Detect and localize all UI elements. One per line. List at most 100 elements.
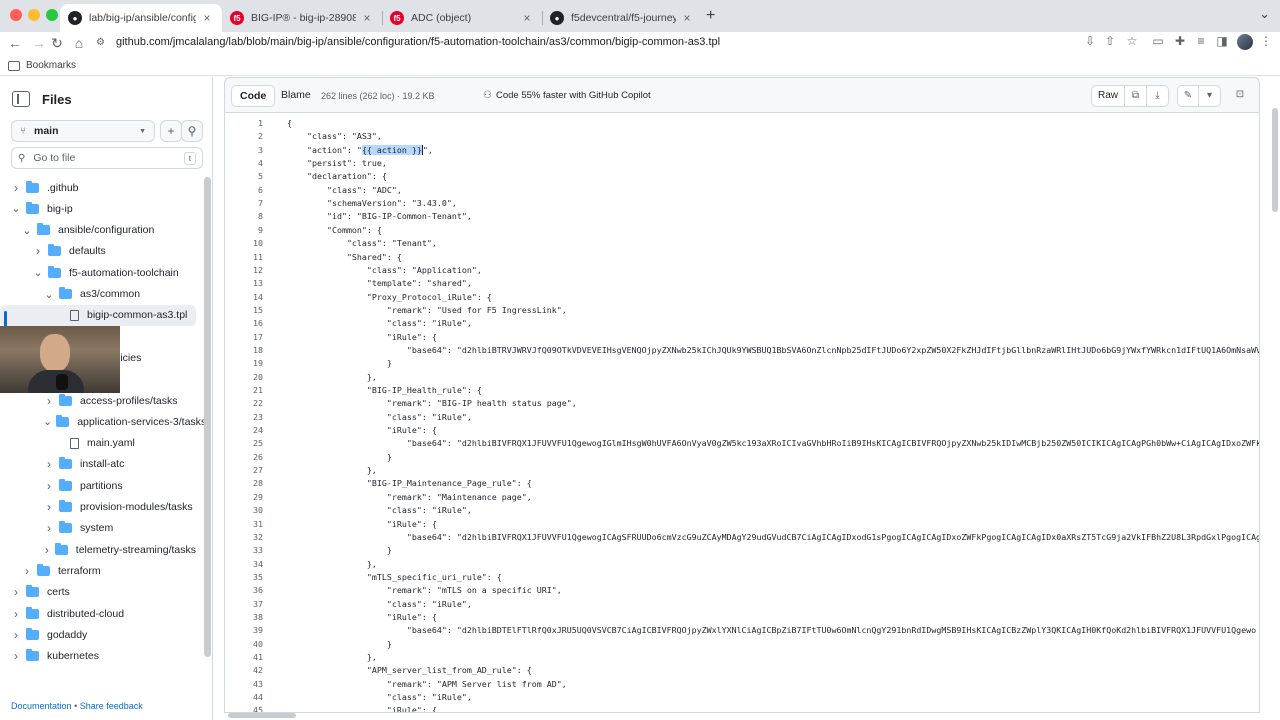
tree-folder-item[interactable]: ⌄ application-services-3/tasks [0,411,206,432]
tree-folder-item[interactable]: › system [0,518,196,539]
tree-folder-item[interactable]: › defaults [0,241,196,262]
chevron-right-icon[interactable]: › [43,521,55,535]
line-number[interactable]: 6 [225,184,263,197]
line-number[interactable]: 14 [225,291,263,304]
window-zoom-button[interactable] [46,9,58,21]
line-number[interactable]: 8 [225,210,263,223]
line-number[interactable]: 22 [225,397,263,410]
line-number[interactable]: 2 [225,130,263,143]
copy-icon[interactable]: ⧉ [1125,85,1147,107]
line-number[interactable]: 20 [225,371,263,384]
tree-folder-item[interactable]: › .github [0,177,196,198]
line-number[interactable]: 10 [225,237,263,250]
chevron-right-icon[interactable]: › [10,607,22,621]
symbols-panel-icon[interactable]: ⊡ [1229,85,1251,107]
site-info-icon[interactable]: ⚙ [96,37,108,48]
screen-capture-icon[interactable]: ▭ [1150,34,1166,48]
branch-selector[interactable]: ⑂ main ▼ [11,120,155,142]
tree-folder-item[interactable]: ⌄ f5-automation-toolchain [0,262,196,283]
line-number[interactable]: 28 [225,477,263,490]
tree-folder-item[interactable]: › telemetry-streaming/tasks [0,539,196,560]
chevron-right-icon[interactable]: › [43,479,55,493]
tree-folder-item[interactable]: › godaddy [0,624,196,645]
browser-menu-icon[interactable]: ⋮ [1258,34,1274,48]
line-number[interactable]: 36 [225,584,263,597]
tree-folder-item[interactable]: › install-atc [0,454,196,475]
chevron-right-icon[interactable]: › [10,181,22,195]
line-number[interactable]: 4 [225,157,263,170]
tree-folder-item[interactable]: › distributed-cloud [0,603,196,624]
line-number[interactable]: 40 [225,638,263,651]
tree-folder-item[interactable]: › terraform [0,560,196,581]
line-number[interactable]: 7 [225,197,263,210]
tree-folder-item[interactable]: ⌄ big-ip [0,198,196,219]
line-number[interactable]: 31 [225,518,263,531]
new-tab-button[interactable]: + [706,7,715,25]
chevron-down-icon[interactable]: ⌄ [43,288,55,301]
line-number[interactable]: 27 [225,464,263,477]
chevron-down-icon[interactable]: ⌄ [21,224,33,237]
horizontal-scrollbar[interactable] [228,713,296,718]
line-number[interactable]: 42 [225,664,263,677]
install-icon[interactable]: ⇩ [1082,34,1098,48]
forward-arrow-icon[interactable]: → [30,34,48,52]
line-number[interactable]: 1 [225,117,263,130]
chevron-right-icon[interactable]: › [10,649,22,663]
close-icon[interactable]: × [680,11,694,25]
tree-folder-item[interactable]: › provision-modules/tasks [0,497,196,518]
chevron-right-icon[interactable]: › [21,564,33,578]
line-number[interactable]: 41 [225,651,263,664]
add-file-button[interactable]: + [160,120,182,142]
reading-list-icon[interactable]: ≡ [1193,34,1209,48]
page-scrollbar[interactable] [1272,108,1278,212]
line-number[interactable]: 33 [225,544,263,557]
copilot-promo[interactable]: ⚇ Code 55% faster with GitHub Copilot [483,90,651,101]
go-to-file-input[interactable]: ⚲ Go to file t [11,147,203,169]
edit-menu-chevron-icon[interactable]: ▾ [1199,85,1221,107]
line-number[interactable]: 19 [225,357,263,370]
window-close-button[interactable] [10,9,22,21]
side-panel-icon[interactable]: ◨ [1214,34,1230,48]
bookmarks-label[interactable]: Bookmarks [26,60,76,71]
close-icon[interactable]: × [360,11,374,25]
tree-file-item[interactable]: bigip-common-as3.tpl [0,304,196,326]
chevron-right-icon[interactable]: › [43,500,55,514]
share-icon[interactable]: ⇧ [1102,34,1118,48]
line-number[interactable]: 26 [225,451,263,464]
bookmark-star-icon[interactable]: ☆ [1124,34,1140,48]
line-number[interactable]: 34 [225,558,263,571]
extensions-icon[interactable]: ✚ [1172,34,1188,48]
raw-button[interactable]: Raw [1090,85,1125,107]
address-bar[interactable]: ⚙ github.com/jmcalalang/lab/blob/main/bi… [96,32,720,52]
line-number[interactable]: 9 [225,224,263,237]
chevron-down-icon[interactable]: ⌄ [32,266,44,279]
chevron-right-icon[interactable]: › [43,457,55,471]
reload-icon[interactable]: ↻ [48,34,66,52]
collapse-sidebar-icon[interactable] [12,91,30,107]
browser-tab-bigip[interactable]: f5 BIG-IP® - big-ip-28908875-a × [222,4,382,32]
line-number[interactable]: 29 [225,491,263,504]
line-number[interactable]: 16 [225,317,263,330]
close-icon[interactable]: × [520,11,534,25]
edit-pencil-icon[interactable]: ✎ [1177,85,1199,107]
tree-folder-item[interactable]: › certs [0,582,196,603]
line-number[interactable]: 23 [225,411,263,424]
home-icon[interactable]: ⌂ [70,34,88,52]
line-number[interactable]: 18 [225,344,263,357]
line-number[interactable]: 35 [225,571,263,584]
line-number[interactable]: 13 [225,277,263,290]
line-number[interactable]: 30 [225,504,263,517]
search-button[interactable]: ⚲ [181,120,203,142]
close-icon[interactable]: × [200,11,214,25]
sidebar-scrollbar[interactable] [204,177,211,657]
line-number[interactable]: 3 [225,144,263,157]
window-minimize-button[interactable] [28,9,40,21]
line-number[interactable]: 12 [225,264,263,277]
tree-folder-item[interactable]: › access-profiles/tasks [0,390,196,411]
line-number[interactable]: 5 [225,170,263,183]
download-icon[interactable]: ⤓ [1147,85,1169,107]
line-number[interactable]: 39 [225,624,263,637]
code-view[interactable]: 1{2 "class": "AS3", 3 "action": "{{ actio… [224,113,1260,713]
documentation-link[interactable]: Documentation [11,701,72,711]
line-number[interactable]: 45 [225,704,263,712]
